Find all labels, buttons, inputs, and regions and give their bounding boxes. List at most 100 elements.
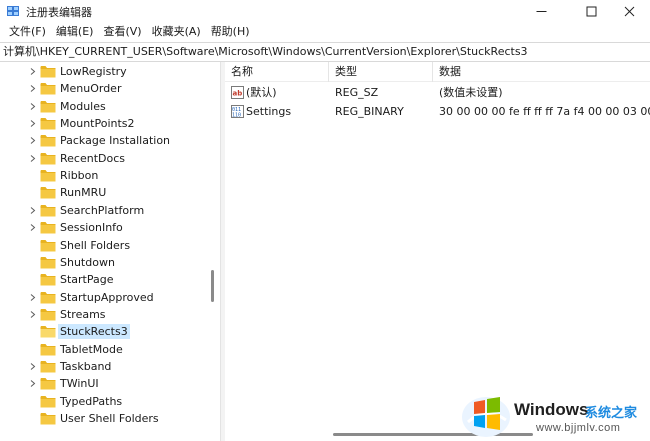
folder-icon [40, 187, 56, 199]
chevron-right-icon[interactable] [29, 85, 36, 93]
key-tree: LowRegistry MenuOrder Modules MountPoints2 P… [0, 62, 220, 441]
minimize-button[interactable] [518, 0, 564, 22]
close-button[interactable] [606, 0, 650, 22]
folder-icon [40, 239, 56, 251]
svg-text:ab: ab [233, 90, 243, 98]
string-value-icon: ab [231, 86, 244, 99]
watermark-url: www.bjjmlv.com [536, 422, 621, 434]
chevron-right-icon[interactable] [29, 120, 36, 127]
tree-node[interactable]: MenuOrder [0, 80, 206, 97]
folder-icon [40, 343, 56, 356]
title-bar: 注册表编辑器 [0, 0, 650, 22]
tree-node-label: StartupApproved [60, 290, 154, 304]
tree-node[interactable]: StartupApproved [0, 289, 206, 306]
chevron-right-icon[interactable] [29, 137, 36, 145]
tree-node[interactable]: Ribbon [0, 167, 206, 184]
tree-node-label: Shutdown [60, 255, 115, 269]
folder-icon [40, 274, 56, 286]
value-data: (数值未设置) [439, 86, 503, 99]
tree-node-label: Streams [60, 307, 106, 321]
binary-value-icon: 011 110 [231, 105, 244, 118]
folder-icon [40, 152, 56, 165]
tree-node[interactable]: RunMRU [0, 184, 206, 201]
tree-vertical-scrollbar[interactable] [206, 62, 220, 441]
tree-node[interactable]: SessionInfo [0, 219, 206, 236]
window-title: 注册表编辑器 [26, 6, 92, 19]
folder-icon [40, 118, 56, 130]
folder-icon [40, 83, 56, 95]
menu-help[interactable]: 帮助(H) [206, 22, 255, 42]
tree-node[interactable]: Package Installation [0, 132, 206, 149]
folder-icon [40, 413, 56, 425]
regedit-icon [7, 6, 19, 16]
close-icon [624, 6, 634, 16]
tree-node-label: Taskband [60, 359, 112, 373]
tree-node-label: Shell Folders [60, 238, 131, 252]
tree-node[interactable]: TypedPaths [0, 393, 206, 410]
tree-node[interactable]: SearchPlatform [0, 202, 206, 219]
value-name: Settings [246, 105, 292, 118]
chevron-right-icon[interactable] [29, 102, 36, 110]
chevron-right-icon[interactable] [29, 68, 36, 75]
value-data: 30 00 00 00 fe ff ff ff 7a f4 00 00 03 0… [439, 105, 650, 118]
tree-node-label: RunMRU [60, 186, 107, 200]
svg-text:110: 110 [232, 113, 241, 119]
address-bar[interactable]: 计算机\HKEY_CURRENT_USER\Software\Microsoft… [0, 42, 650, 62]
tree-node-label: SearchPlatform [60, 203, 145, 217]
column-data[interactable]: 数据 [433, 62, 650, 82]
tree-node[interactable]: TabletMode [0, 341, 206, 358]
tree-node[interactable]: Modules [0, 98, 206, 115]
menu-bar: 文件(F) 编辑(E) 查看(V) 收藏夹(A) 帮助(H) [0, 22, 650, 42]
list-header: 名称 类型 数据 [225, 62, 650, 82]
tree-node[interactable]: StartPage [0, 271, 206, 288]
chevron-right-icon[interactable] [29, 293, 36, 301]
watermark-brand: Windows [514, 400, 589, 419]
tree-node[interactable]: RecentDocs [0, 150, 206, 167]
folder-icon [40, 135, 56, 147]
tree-node[interactable]: Shell Folders [0, 237, 206, 254]
tree-node-label: Modules [60, 99, 106, 113]
column-type[interactable]: 类型 [329, 62, 433, 82]
folder-icon [40, 170, 56, 182]
menu-favorites[interactable]: 收藏夹(A) [147, 22, 206, 42]
tree-node[interactable]: MountPoints2 [0, 115, 206, 132]
chevron-right-icon[interactable] [29, 206, 36, 214]
tree-node-label: TWinUI [60, 377, 99, 391]
windows-logo-icon [462, 397, 510, 437]
tree-node-label: TabletMode [60, 342, 123, 356]
tree-node[interactable]: TWinUI [0, 375, 206, 392]
chevron-right-icon[interactable] [29, 224, 36, 232]
chevron-right-icon[interactable] [29, 380, 36, 388]
tree-node[interactable]: User Shell Folders [0, 410, 206, 427]
menu-edit[interactable]: 编辑(E) [51, 22, 99, 42]
folder-icon [40, 308, 56, 321]
tree-node-label: StartPage [60, 273, 114, 287]
tree-node[interactable]: Shutdown [0, 254, 206, 271]
tree-node-label: Ribbon [60, 169, 99, 183]
column-name[interactable]: 名称 [225, 62, 329, 82]
value-row-default[interactable]: ab (默认) REG_SZ (数值未设置) [225, 83, 650, 102]
chevron-right-icon[interactable] [29, 363, 36, 370]
chevron-right-icon[interactable] [29, 311, 36, 318]
tree-node-label: Package Installation [60, 134, 171, 148]
value-type: REG_BINARY [335, 105, 404, 118]
tree-node-label: LowRegistry [60, 65, 127, 78]
value-row-settings[interactable]: 011 110 Settings REG_BINARY 30 00 00 00 … [225, 102, 650, 121]
menu-view[interactable]: 查看(V) [98, 22, 146, 42]
folder-icon [40, 256, 56, 269]
tree-node-label: User Shell Folders [60, 412, 159, 425]
tree-node[interactable]: LowRegistry [0, 63, 206, 80]
menu-file[interactable]: 文件(F) [4, 22, 51, 42]
tree-node[interactable]: Taskband [0, 358, 206, 375]
maximize-icon [586, 6, 596, 16]
tree-node[interactable]: Streams [0, 306, 206, 323]
folder-icon [40, 326, 56, 338]
value-list: 名称 类型 数据 ab (默认) REG_SZ (数值未设置) 011 110 … [225, 62, 650, 441]
tree-node-label: MenuOrder [60, 82, 122, 96]
tree-scroll-thumb[interactable] [211, 270, 214, 302]
tree-node[interactable]: StuckRects3 [0, 323, 206, 340]
watermark: Windows 系统之家 www.bjjmlv.com [460, 392, 650, 441]
folder-icon [40, 100, 56, 113]
folder-icon [40, 360, 56, 373]
chevron-right-icon[interactable] [29, 154, 36, 162]
